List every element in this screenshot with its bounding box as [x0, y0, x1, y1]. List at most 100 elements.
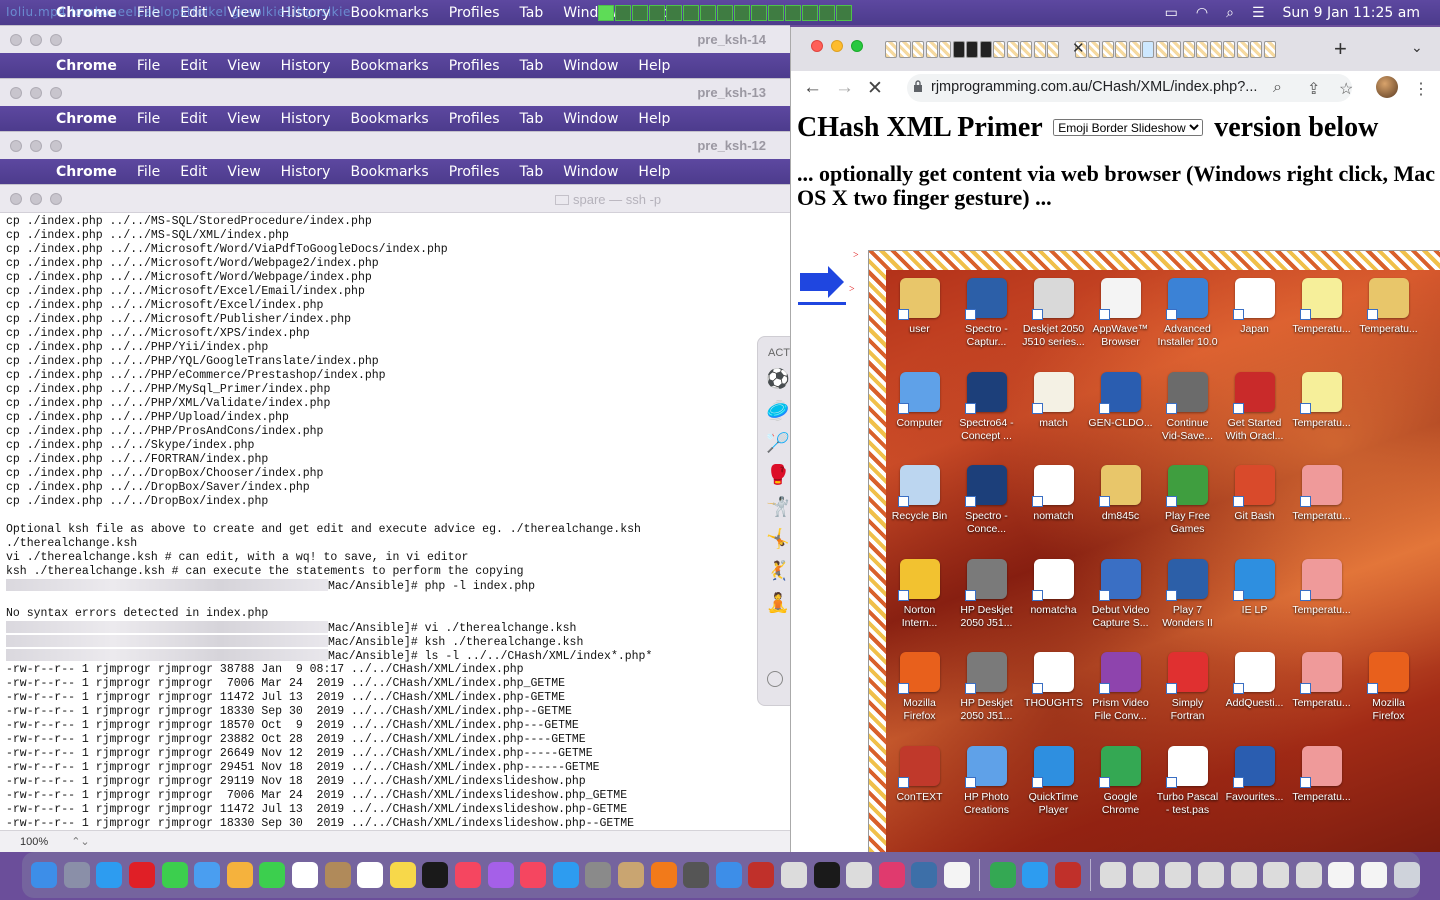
desktop-icon[interactable]: Favourites... [1221, 745, 1288, 840]
menu-profiles[interactable]: Profiles [449, 111, 500, 127]
menu-help[interactable]: Help [638, 164, 670, 180]
menu-bookmarks[interactable]: Bookmarks [350, 111, 428, 127]
profile-avatar[interactable] [1376, 76, 1398, 98]
menu-edit[interactable]: Edit [180, 164, 207, 180]
emoji-item[interactable]: 🥊 [766, 465, 790, 487]
emoji-item[interactable]: 🏸 [766, 433, 790, 455]
desktop-icon[interactable]: Temperatu... [1288, 278, 1355, 372]
menu-profiles[interactable]: Profiles [449, 58, 500, 74]
dock-app-min-7-icon[interactable] [1328, 862, 1355, 888]
tab-search-icon[interactable]: ⌄ [1411, 39, 1423, 56]
dock-photos-icon[interactable] [226, 862, 253, 888]
dock-messages-icon[interactable] [161, 862, 188, 888]
desktop-icon[interactable]: Computer [886, 371, 953, 466]
desktop-icon[interactable]: Play 7 Wonders II [1154, 558, 1221, 653]
menu-chrome[interactable]: Chrome [56, 58, 117, 74]
menu-history[interactable]: History [281, 111, 331, 127]
zoom-stepper[interactable]: ⌃⌄ [71, 836, 89, 848]
desktop-icon[interactable]: nomatcha [1020, 558, 1087, 653]
menu-history[interactable]: History [281, 58, 331, 74]
menu-tab[interactable]: Tab [520, 58, 544, 74]
dock-screen-sharing-icon[interactable] [911, 862, 938, 888]
dock-notes-icon[interactable] [389, 862, 416, 888]
dock-firefox-icon[interactable] [650, 862, 677, 888]
spotlight-icon[interactable]: ⌕ [1226, 5, 1234, 21]
dock-app-min-8-icon[interactable] [1361, 862, 1388, 888]
menu-view[interactable]: View [227, 111, 260, 127]
desktop-icon[interactable]: HP Photo Creations [953, 745, 1020, 840]
dock-photo-booth-icon[interactable] [1054, 862, 1081, 888]
menu-history[interactable]: History [281, 164, 331, 180]
new-tab-button[interactable]: + [1334, 36, 1347, 62]
desktop-icon[interactable]: GEN-CLDO... [1087, 371, 1154, 466]
desktop-icon[interactable]: QuickTime Player [1020, 745, 1087, 840]
dock-tunnelblick-icon[interactable] [846, 862, 873, 888]
dock-chrome-icon[interactable] [989, 862, 1016, 888]
menu-window[interactable]: Window [563, 58, 618, 74]
lock-icon[interactable] [913, 80, 923, 93]
mode-select[interactable]: Emoji Border Slideshow [1053, 119, 1204, 136]
menu-chrome[interactable]: Chrome [56, 111, 117, 127]
forward-icon[interactable]: → [835, 77, 854, 99]
menu-view[interactable]: View [227, 58, 260, 74]
close-window-button[interactable] [811, 40, 823, 52]
close-tab-icon[interactable]: ✕ [1072, 39, 1085, 57]
desktop-icon[interactable]: Temperatu... [1355, 278, 1422, 372]
dock-calculator-icon[interactable] [683, 862, 710, 888]
desktop-icon[interactable]: Play Free Games [1154, 465, 1221, 559]
dock-music-icon[interactable] [455, 862, 482, 888]
more-menu-icon[interactable]: ⋮ [1413, 79, 1429, 99]
dock-calendar-icon[interactable] [292, 862, 319, 888]
menu-chrome[interactable]: Chrome [56, 164, 117, 180]
zoom-window-button[interactable] [851, 40, 863, 52]
menu-edit[interactable]: Edit [180, 111, 207, 127]
dock-reminders-icon[interactable] [357, 862, 384, 888]
window-pre-ksh-12[interactable]: pre_ksh-12 Chrome File Edit View History… [0, 131, 790, 185]
desktop-icon[interactable]: Mozilla Firefox [1355, 652, 1422, 746]
window-pre-ksh-13[interactable]: pre_ksh-13 Chrome File Edit View History… [0, 78, 790, 132]
menu-tab[interactable]: Tab [520, 5, 544, 21]
dock-terminal-icon[interactable] [813, 862, 840, 888]
dock-app-min-6-icon[interactable] [1295, 862, 1322, 888]
desktop-icon[interactable]: Git Bash [1221, 465, 1288, 559]
terminal-window[interactable]: spare — ssh -p cp ./index.php ../../MS-S… [0, 184, 790, 852]
address-bar[interactable]: rjmprogramming.com.au/CHash/XML/index.ph… [907, 74, 1352, 102]
dock-app-min-3-icon[interactable] [1198, 862, 1225, 888]
desktop-icon[interactable]: HP Deskjet 2050 J51... [953, 652, 1020, 746]
dock-filezilla-icon[interactable] [748, 862, 775, 888]
menu-bookmarks[interactable]: Bookmarks [350, 58, 428, 74]
menu-profiles[interactable]: Profiles [449, 164, 500, 180]
zoom-level[interactable]: 100% [20, 836, 48, 848]
wifi-icon[interactable]: ◠ [1196, 5, 1208, 21]
battery-icon[interactable]: ▭ [1165, 5, 1178, 21]
dock-facetime-icon[interactable] [259, 862, 286, 888]
menu-edit[interactable]: Edit [180, 58, 207, 74]
window-pre-ksh-14[interactable]: pre_ksh-14 Chrome File Edit View History… [0, 25, 790, 79]
desktop-icon[interactable]: Continue Vid-Save... [1154, 371, 1221, 466]
desktop-icon[interactable]: ConTEXT [886, 745, 953, 840]
desktop-icon[interactable]: Temperatu... [1288, 371, 1355, 466]
desktop-icon[interactable]: Get Started With Oracl... [1221, 371, 1288, 466]
dock-app-min-5-icon[interactable] [1263, 862, 1290, 888]
dock-intellij-icon[interactable] [878, 862, 905, 888]
recent-clock-icon[interactable] [767, 671, 783, 687]
desktop-icon[interactable]: dm845c [1087, 465, 1154, 559]
bookmark-star-icon[interactable]: ☆ [1339, 79, 1353, 99]
emoji-item[interactable]: 🤺 [766, 497, 790, 519]
menu-profiles[interactable]: Profiles [449, 5, 500, 21]
stop-icon[interactable]: ✕ [867, 77, 883, 100]
desktop-icon[interactable]: Spectro - Conce... [953, 465, 1020, 559]
back-icon[interactable]: ← [803, 77, 822, 99]
dock-textedit-icon[interactable] [943, 862, 970, 888]
desktop-icon[interactable]: Norton Intern... [886, 558, 953, 653]
menu-bookmarks[interactable]: Bookmarks [350, 164, 428, 180]
desktop-icon[interactable]: Debut Video Capture S... [1087, 558, 1154, 653]
menu-file[interactable]: File [137, 164, 160, 180]
desktop-icon[interactable]: Recycle Bin [886, 465, 953, 559]
dock-news-icon[interactable] [520, 862, 547, 888]
menu-tab[interactable]: Tab [520, 111, 544, 127]
desktop-icon[interactable]: nomatch [1020, 465, 1087, 559]
desktop-icon[interactable]: HP Deskjet 2050 J51... [953, 558, 1020, 653]
desktop-icon[interactable]: Japan [1221, 278, 1288, 372]
dock-podcasts-icon[interactable] [487, 862, 514, 888]
